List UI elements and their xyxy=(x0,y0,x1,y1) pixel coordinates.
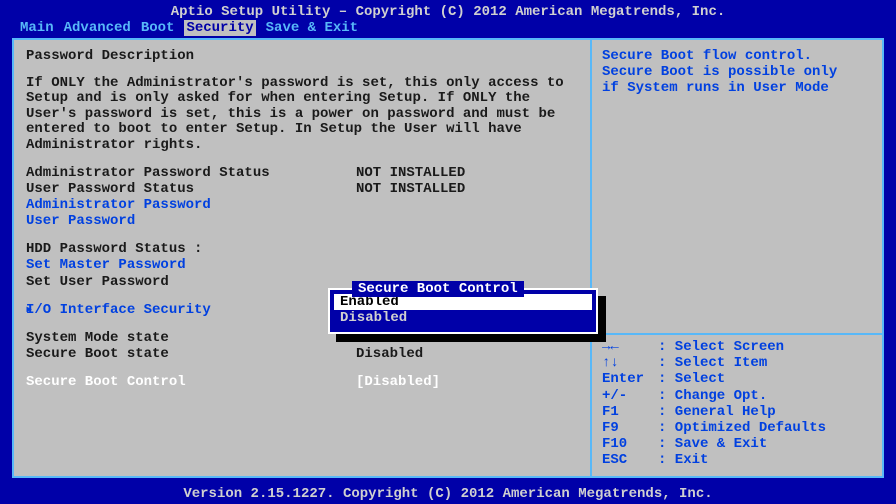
popup-title: Secure Boot Control xyxy=(352,281,524,297)
key-f10: F10 xyxy=(602,436,658,452)
hdd-pw-status-row: HDD Password Status : xyxy=(26,241,578,257)
user-pw-status-label: User Password Status xyxy=(26,181,356,197)
set-user-password-label: Set User Password xyxy=(26,274,356,290)
password-description-text: If ONLY the Administrator's password is … xyxy=(26,76,578,153)
admin-pw-status-value: NOT INSTALLED xyxy=(356,165,465,181)
help-text: Secure Boot flow control. Secure Boot is… xyxy=(602,48,872,96)
secure-boot-control-row[interactable]: Secure Boot Control [Disabled] xyxy=(26,374,578,390)
key-esc-desc: : Exit xyxy=(658,452,708,468)
key-arrows-ud: ↑↓ xyxy=(602,355,658,371)
keyboard-help: →←: Select Screen ↑↓: Select Item Enter:… xyxy=(602,339,872,468)
key-plusminus-desc: : Change Opt. xyxy=(658,388,767,404)
key-arrows-lr: →← xyxy=(602,339,658,355)
io-interface-security-label: I/O Interface Security xyxy=(26,302,356,318)
key-f1-desc: : General Help xyxy=(658,404,776,420)
key-f1: F1 xyxy=(602,404,658,420)
popup-option-disabled[interactable]: Disabled xyxy=(332,310,594,326)
tab-save-exit[interactable]: Save & Exit xyxy=(266,20,358,36)
bios-header: Aptio Setup Utility – Copyright (C) 2012… xyxy=(0,0,896,20)
tab-main[interactable]: Main xyxy=(20,20,54,36)
admin-pw-status-row: Administrator Password Status NOT INSTAL… xyxy=(26,165,578,181)
key-enter: Enter xyxy=(602,371,658,387)
password-description-title: Password Description xyxy=(26,48,578,64)
help-line-1: Secure Boot flow control. xyxy=(602,48,872,64)
secure-boot-state-label: Secure Boot state xyxy=(26,346,356,362)
admin-pw-status-label: Administrator Password Status xyxy=(26,165,356,181)
secure-boot-state-value: Disabled xyxy=(356,346,423,362)
right-panel: Secure Boot flow control. Secure Boot is… xyxy=(592,40,882,476)
submenu-arrow-icon: ▸ xyxy=(25,302,33,318)
user-password-link[interactable]: User Password xyxy=(26,213,578,229)
key-f9: F9 xyxy=(602,420,658,436)
key-enter-desc: : Select xyxy=(658,371,725,387)
set-master-password-link[interactable]: Set Master Password xyxy=(26,257,578,273)
key-esc: ESC xyxy=(602,452,658,468)
administrator-password-label: Administrator Password xyxy=(26,197,356,213)
hdd-pw-status-label: HDD Password Status : xyxy=(26,241,356,257)
key-arrows-ud-desc: : Select Item xyxy=(658,355,767,371)
administrator-password-link[interactable]: Administrator Password xyxy=(26,197,578,213)
key-arrows-lr-desc: : Select Screen xyxy=(658,339,784,355)
user-pw-status-row: User Password Status NOT INSTALLED xyxy=(26,181,578,197)
secure-boot-control-popup: Secure Boot Control Enabled Disabled xyxy=(328,288,598,334)
tab-advanced[interactable]: Advanced xyxy=(64,20,131,36)
secure-boot-control-value: [Disabled] xyxy=(356,374,440,390)
main-frame: Password Description If ONLY the Adminis… xyxy=(12,38,884,478)
key-f9-desc: : Optimized Defaults xyxy=(658,420,826,436)
left-panel: Password Description If ONLY the Adminis… xyxy=(14,40,592,476)
tab-security[interactable]: Security xyxy=(184,20,255,36)
tab-boot[interactable]: Boot xyxy=(141,20,175,36)
user-password-label: User Password xyxy=(26,213,356,229)
user-pw-status-value: NOT INSTALLED xyxy=(356,181,465,197)
key-f10-desc: : Save & Exit xyxy=(658,436,767,452)
set-master-password-label: Set Master Password xyxy=(26,257,356,273)
secure-boot-control-label: Secure Boot Control xyxy=(26,374,356,390)
system-mode-state-label: System Mode state xyxy=(26,330,356,346)
key-plusminus: +/- xyxy=(602,388,658,404)
secure-boot-state-row: Secure Boot state Disabled xyxy=(26,346,578,362)
bios-footer: Version 2.15.1227. Copyright (C) 2012 Am… xyxy=(0,486,896,502)
help-line-2: Secure Boot is possible only xyxy=(602,64,872,80)
menu-tabs: Main Advanced Boot Security Save & Exit xyxy=(0,20,896,38)
right-divider xyxy=(592,333,882,335)
help-line-3: if System runs in User Mode xyxy=(602,80,872,96)
